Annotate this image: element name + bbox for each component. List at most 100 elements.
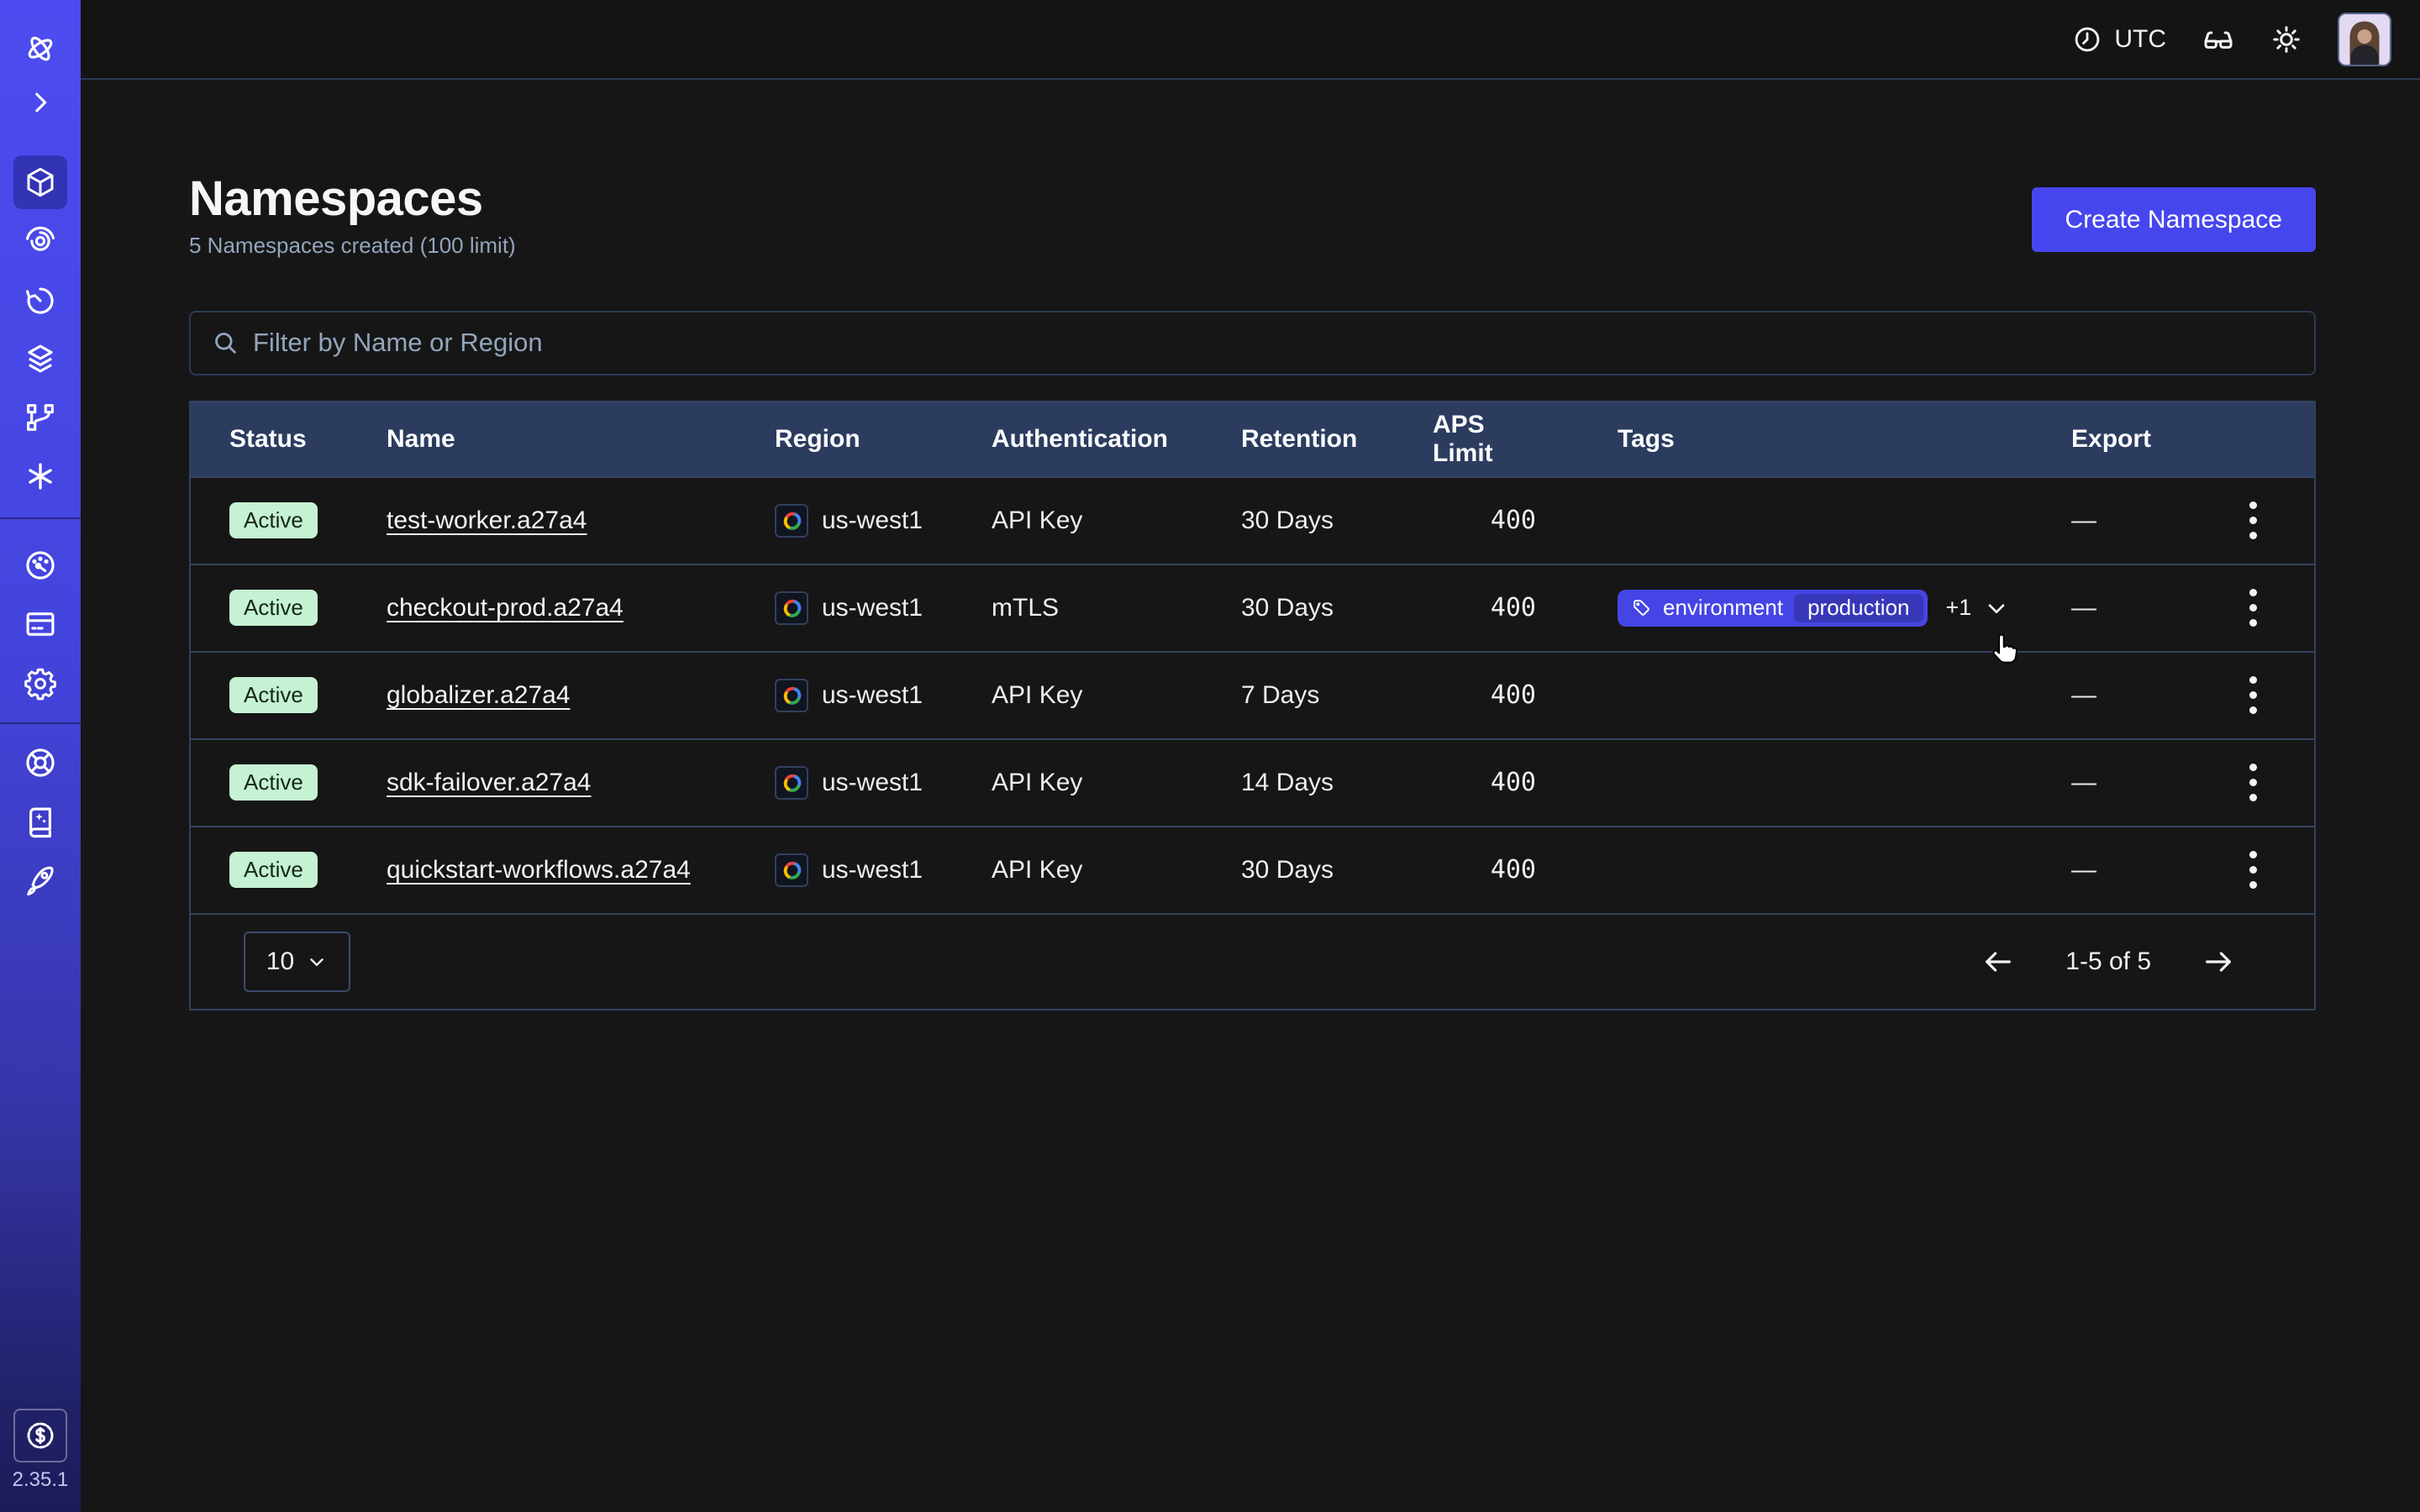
row-actions-menu-button[interactable] — [2241, 668, 2265, 722]
export-value: — — [2071, 507, 2191, 535]
aps-limit-value: 400 — [1491, 506, 1536, 535]
chevron-down-icon — [1983, 595, 2010, 622]
create-namespace-button[interactable]: Create Namespace — [2032, 187, 2316, 252]
sidebar-item-billing[interactable] — [13, 597, 67, 651]
col-aps-limit: APS Limit — [1433, 411, 1559, 468]
sidebar-item-batch-operations[interactable] — [13, 449, 67, 503]
layers-icon — [23, 341, 58, 376]
gcp-cloud-icon — [775, 679, 808, 712]
cube-icon — [23, 165, 58, 200]
tag-value: production — [1794, 594, 1923, 622]
sidebar-expand-button[interactable] — [13, 76, 67, 129]
table-row: Active globalizer.a27a4 us-west1 API Key — [191, 651, 2314, 738]
namespace-link[interactable]: globalizer.a27a4 — [387, 681, 571, 710]
filter-input[interactable] — [253, 328, 2294, 358]
gauge-icon — [23, 548, 58, 583]
aps-limit-value: 400 — [1491, 855, 1536, 885]
gear-icon — [23, 665, 58, 701]
col-authentication: Authentication — [992, 425, 1241, 454]
row-actions-menu-button[interactable] — [2241, 580, 2265, 635]
gcp-cloud-icon — [775, 766, 808, 800]
sidebar-divider — [0, 517, 81, 519]
region-label: us-west1 — [822, 769, 923, 797]
tag-key: environment — [1663, 595, 1783, 621]
user-avatar[interactable] — [2338, 13, 2391, 66]
page-size-value: 10 — [266, 948, 294, 976]
status-badge: Active — [229, 764, 318, 801]
sidebar-item-usage[interactable] — [13, 538, 67, 592]
gcp-cloud-icon — [775, 504, 808, 538]
col-status: Status — [191, 425, 387, 454]
region-label: us-west1 — [822, 856, 923, 885]
status-badge: Active — [229, 852, 318, 888]
branch-icon — [23, 400, 58, 435]
rocket-icon — [23, 863, 58, 898]
dollar-seal-icon — [24, 1419, 57, 1452]
labs-toggle-button[interactable] — [2202, 23, 2235, 56]
export-value: — — [2071, 769, 2191, 797]
region-label: us-west1 — [822, 507, 923, 535]
page-title: Namespaces — [189, 172, 516, 226]
theme-toggle-button[interactable] — [2270, 24, 2302, 55]
timezone-label: UTC — [2114, 25, 2166, 54]
chevron-right-icon — [26, 88, 55, 117]
next-page-button[interactable] — [2196, 940, 2240, 984]
namespaces-table: Status Name Region Authentication Retent… — [189, 401, 2316, 1011]
export-value: — — [2071, 681, 2191, 710]
status-badge: Active — [229, 590, 318, 626]
table-footer: 10 1-5 of 5 — [191, 913, 2314, 1009]
sidebar-item-nexus[interactable] — [13, 391, 67, 444]
sidebar-item-workflows[interactable] — [13, 214, 67, 268]
table-header-row: Status Name Region Authentication Retent… — [191, 402, 2314, 476]
page-size-select[interactable]: 10 — [244, 932, 350, 992]
sidebar-item-support[interactable] — [13, 736, 67, 790]
filter-bar[interactable] — [189, 311, 2316, 375]
sidebar: 2.35.1 — [0, 0, 81, 1512]
retention-value: 30 Days — [1241, 507, 1433, 535]
retention-value: 7 Days — [1241, 681, 1433, 710]
sidebar-item-deployments[interactable] — [13, 332, 67, 386]
namespace-link[interactable]: checkout-prod.a27a4 — [387, 594, 623, 622]
temporal-logo[interactable] — [13, 22, 67, 76]
sidebar-item-schedules[interactable] — [13, 273, 67, 327]
book-icon — [23, 804, 58, 839]
search-icon — [211, 328, 239, 357]
export-value: — — [2071, 594, 2191, 622]
region-label: us-west1 — [822, 681, 923, 710]
sidebar-item-getting-started[interactable] — [13, 853, 67, 907]
row-actions-menu-button[interactable] — [2241, 755, 2265, 810]
tag-chip[interactable]: environment production — [1618, 590, 1928, 627]
table-row: Active quickstart-workflows.a27a4 us-wes… — [191, 826, 2314, 913]
namespace-link[interactable]: test-worker.a27a4 — [387, 507, 587, 535]
plan-badge-button[interactable] — [13, 1409, 67, 1462]
tags-expand-button[interactable] — [1983, 595, 2010, 622]
aps-limit-value: 400 — [1491, 593, 1536, 622]
sidebar-item-settings[interactable] — [13, 656, 67, 710]
main-content: Namespaces 5 Namespaces created (100 lim… — [81, 80, 2420, 1011]
tag-icon — [1631, 597, 1652, 618]
col-region: Region — [775, 425, 992, 454]
timezone-selector[interactable]: UTC — [2072, 24, 2166, 55]
row-actions-menu-button[interactable] — [2241, 843, 2265, 897]
table-row: Active checkout-prod.a27a4 us-west1 mTLS — [191, 564, 2314, 651]
row-actions-menu-button[interactable] — [2241, 493, 2265, 548]
tag-more-count: +1 — [1946, 595, 1972, 621]
table-row: Active sdk-failover.a27a4 us-west1 API K… — [191, 738, 2314, 826]
namespace-link[interactable]: quickstart-workflows.a27a4 — [387, 856, 691, 885]
sidebar-divider — [0, 722, 81, 724]
col-name: Name — [387, 425, 775, 454]
gcp-cloud-icon — [775, 853, 808, 887]
clock-icon — [2072, 24, 2102, 55]
glasses-icon — [2202, 23, 2235, 56]
export-value: — — [2071, 856, 2191, 885]
sidebar-item-docs[interactable] — [13, 795, 67, 848]
sidebar-item-namespaces[interactable] — [13, 155, 67, 209]
browser-card-icon — [23, 606, 58, 642]
gcp-cloud-icon — [775, 591, 808, 625]
namespace-link[interactable]: sdk-failover.a27a4 — [387, 769, 592, 797]
auth-method: API Key — [992, 507, 1241, 535]
arrow-right-icon — [2202, 945, 2235, 979]
chevron-down-icon — [306, 951, 328, 973]
previous-page-button[interactable] — [1976, 940, 2020, 984]
page-title-block: Namespaces 5 Namespaces created (100 lim… — [189, 172, 516, 259]
